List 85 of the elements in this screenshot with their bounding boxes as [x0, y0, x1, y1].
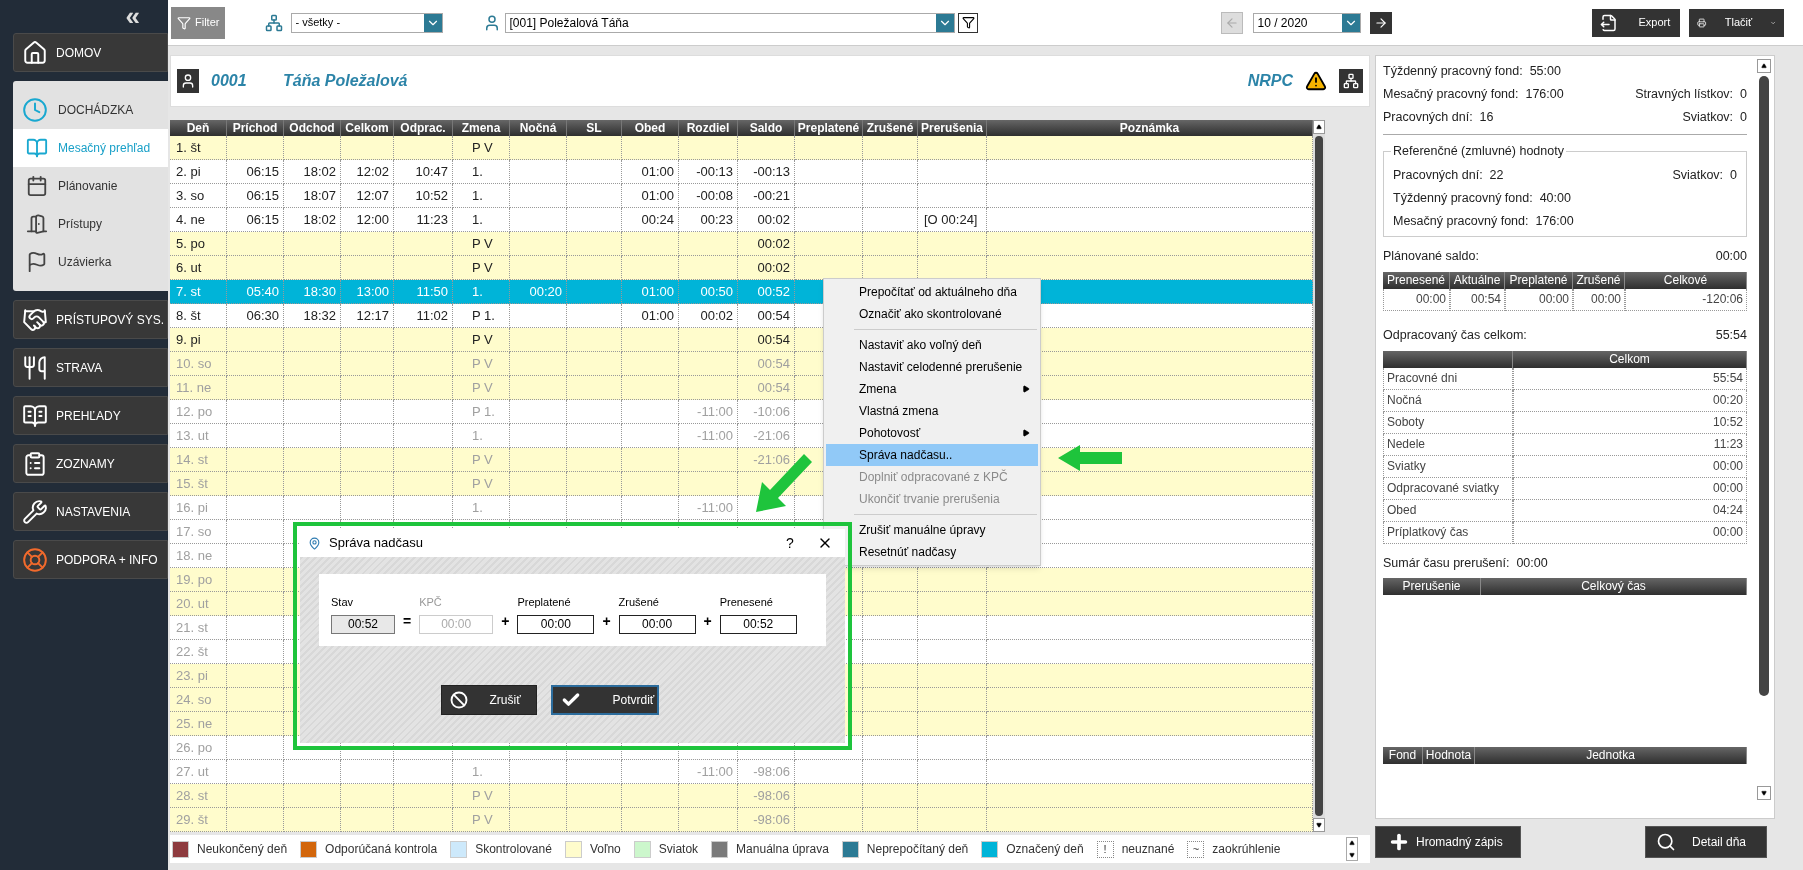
table-cell: 55:54 — [1513, 368, 1747, 390]
legend-label: Skontrolované — [475, 841, 552, 858]
table-cell: Nedele — [1383, 434, 1513, 456]
stat-text: Mesačný pracovný fond: 176:00 — [1383, 86, 1564, 104]
table-cell: Soboty — [1383, 412, 1513, 434]
column-header: Celkové — [1625, 272, 1747, 289]
stat-text: Týždenný pracovný fond: 40:00 — [1393, 190, 1571, 208]
employee-number: 0001 — [211, 71, 248, 91]
legend-label: zaokrúhlenie — [1212, 841, 1281, 858]
legend-label: Neprepočítaný deň — [866, 841, 969, 858]
stat-text: Sumár času prerušení: 00:00 — [1383, 554, 1548, 572]
stat-text: Mesačný pracovný fond: 176:00 — [1393, 213, 1574, 231]
employee-name: Táňa Poležalová — [283, 71, 409, 91]
field-label: KPČ — [419, 594, 443, 610]
column-header: Obed — [622, 120, 679, 136]
column-header: Preplatené — [795, 120, 863, 136]
table-cell: 00:00 — [1383, 289, 1450, 311]
column-header: Celkom — [341, 120, 394, 136]
column-header: Zmena — [453, 120, 510, 136]
legend-label: Odporúčaná kontrola — [325, 841, 438, 858]
column-header: Príchod — [227, 120, 284, 136]
stat-text: Pracovných dní: 22 — [1393, 167, 1504, 185]
stat-text: Pracovných dní: 16 — [1383, 109, 1494, 127]
legend-symbol: ~ — [1187, 840, 1205, 858]
column-header: Jednotka — [1475, 747, 1747, 764]
column-header: Odprac. — [394, 120, 453, 136]
stat-value: 00:00 — [1715, 247, 1747, 265]
column-header: Hodnota — [1423, 747, 1475, 764]
table-cell: Obed — [1383, 500, 1513, 522]
column-header: Deň — [170, 120, 227, 136]
table-cell: -120:06 — [1625, 289, 1747, 311]
table-cell: -98:06 — [738, 808, 795, 832]
stat-text: Sviatkov: 0 — [1672, 167, 1737, 185]
column-header: Celkom — [1513, 351, 1747, 368]
column-header: Prerušenia — [918, 120, 987, 136]
column-header: Nočná — [510, 120, 567, 136]
stat-text: Týždenný pracovný fond: 55:00 — [1383, 63, 1561, 81]
column-header: Zrušené — [863, 120, 918, 136]
table-cell: 00:00 — [1513, 478, 1747, 500]
stat-label: Plánované saldo: — [1383, 247, 1479, 265]
column-header: Rozdiel — [679, 120, 738, 136]
table-cell: 00:00 — [1513, 522, 1747, 544]
table-cell: 00:00 — [1505, 289, 1573, 311]
employee-code: NRPC — [1247, 71, 1293, 91]
table-cell: 00:20 — [1513, 390, 1747, 412]
column-header: SL — [567, 120, 622, 136]
column-header: Zrušené — [1573, 272, 1625, 289]
field-label: Preplatené — [517, 594, 572, 610]
column-header: Prenesené — [1383, 272, 1450, 289]
table-cell: 04:24 — [1513, 500, 1747, 522]
stat-value: 55:54 — [1715, 326, 1747, 344]
table-cell: P V — [453, 808, 510, 832]
column-header: Celkový čas — [1481, 578, 1747, 595]
table-cell: Sviatky — [1383, 456, 1513, 478]
legend-label: Voľno — [589, 841, 621, 858]
legend-symbol: ! — [1096, 840, 1114, 858]
field-label: Stav — [331, 594, 354, 610]
table-cell: Pracovné dni — [1383, 368, 1513, 390]
column-header: Preplatené — [1505, 272, 1573, 289]
stat-text: Sviatkov: 0 — [1682, 109, 1747, 127]
column-header: Prerušenie — [1383, 578, 1481, 595]
table-cell: Nočná — [1383, 390, 1513, 412]
table-cell: 29. št — [170, 808, 227, 832]
stat-text: Stravných lístkov: 0 — [1635, 86, 1747, 104]
dialog-title: Správa nadčasu — [329, 534, 424, 553]
legend-label: neuznané — [1121, 841, 1175, 858]
legend-label: Neukončený deň — [197, 841, 288, 858]
stat-label: Odpracovaný čas celkom: — [1383, 326, 1527, 344]
table-cell: Príplatkový čas — [1383, 522, 1513, 544]
table-cell: 00:00 — [1573, 289, 1625, 311]
column-header: Saldo — [738, 120, 795, 136]
column-header: Poznámka — [987, 120, 1313, 136]
legend-label: Sviatok — [658, 841, 699, 858]
field-label: Zrušené — [618, 594, 660, 610]
column-header: Fond — [1383, 747, 1423, 764]
table-cell: 10:52 — [1513, 412, 1747, 434]
column-header: Aktuálne — [1450, 272, 1505, 289]
column-header: Odchod — [284, 120, 341, 136]
legend-label: Označený deň — [1006, 841, 1084, 858]
legend-label: Manuálna úprava — [736, 841, 829, 858]
table-cell: 00:00 — [1513, 456, 1747, 478]
table-cell: 11:23 — [1513, 434, 1747, 456]
table-cell: Odpracované sviatky — [1383, 478, 1513, 500]
table-cell: 00:54 — [1450, 289, 1505, 311]
field-label: Prenesené — [719, 594, 774, 610]
